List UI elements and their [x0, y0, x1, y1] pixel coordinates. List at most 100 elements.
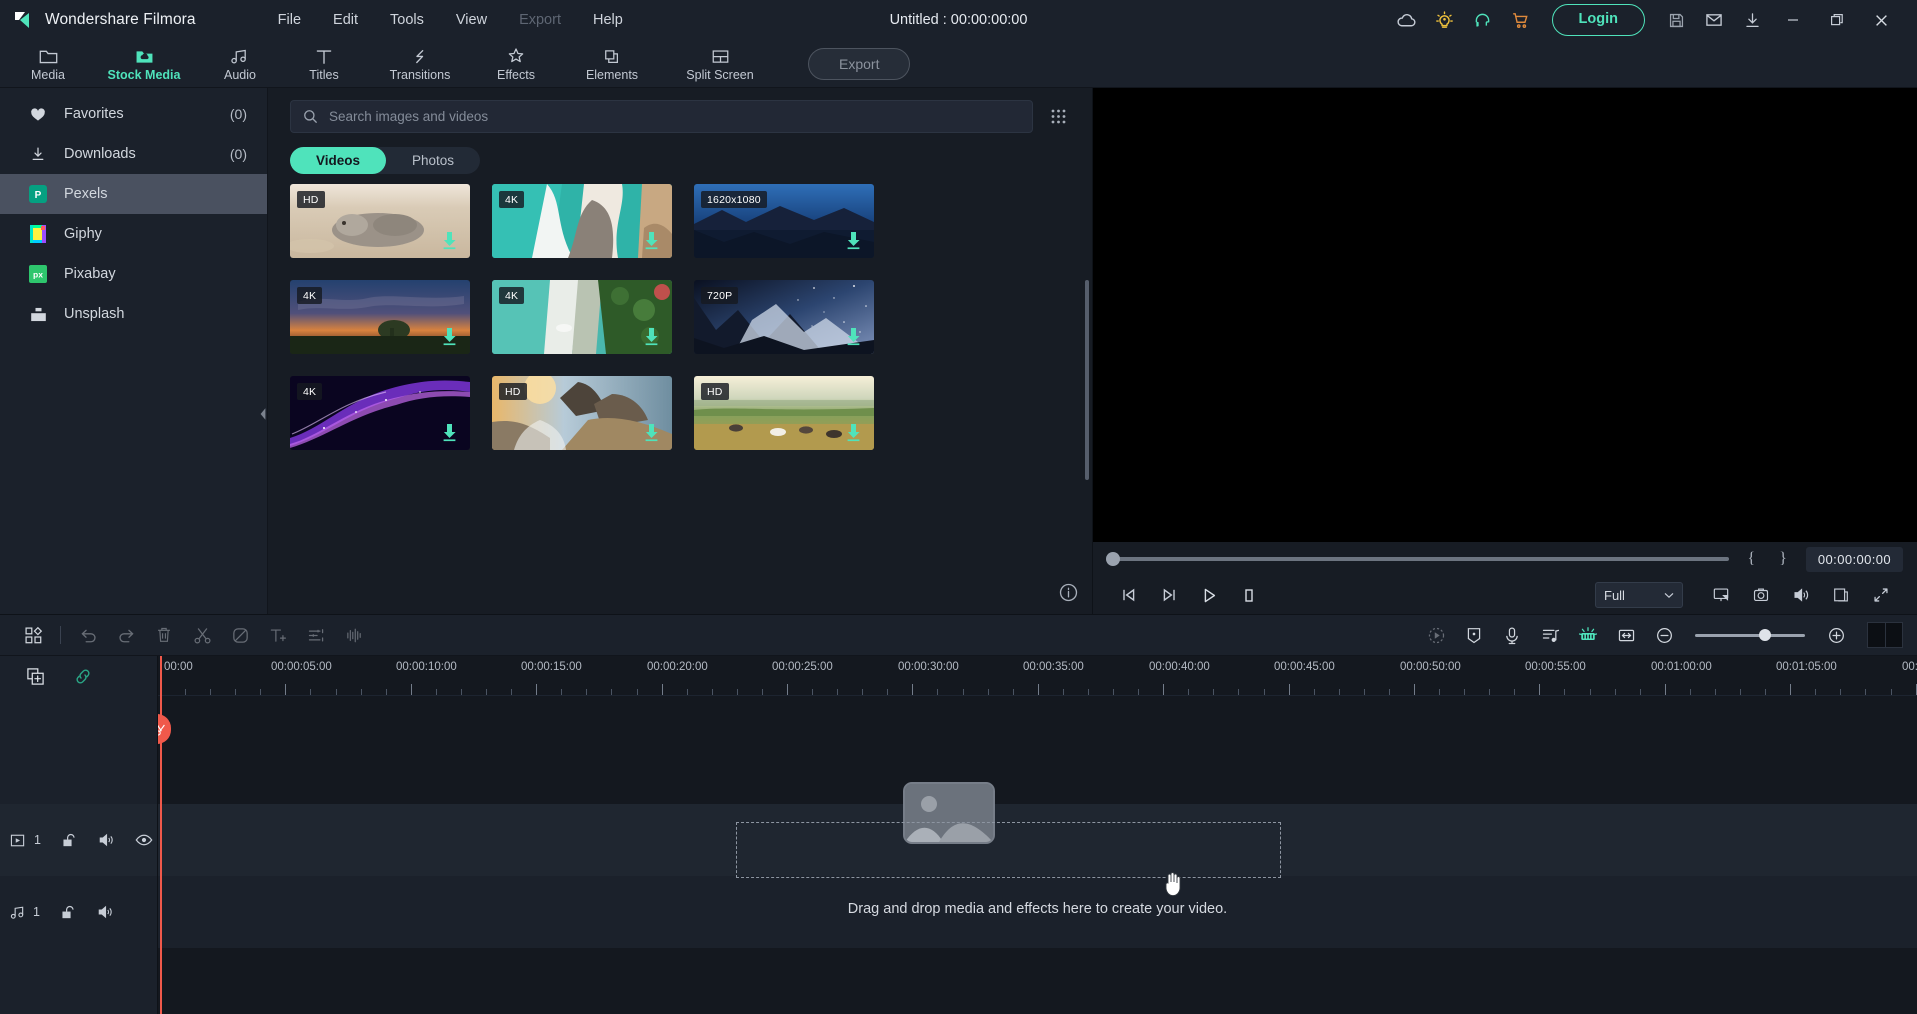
- mark-out-button[interactable]: }: [1774, 550, 1792, 568]
- auto-highlight-button[interactable]: [1569, 614, 1607, 656]
- media-card[interactable]: HD: [694, 376, 874, 450]
- unlock-icon[interactable]: [61, 832, 78, 849]
- split-button: [183, 614, 221, 656]
- tab-audio[interactable]: Audio: [198, 40, 282, 88]
- download-icon[interactable]: [441, 327, 458, 346]
- menu-view[interactable]: View: [440, 6, 503, 34]
- filter-pill-photos[interactable]: Photos: [386, 147, 480, 174]
- shopping-cart-icon[interactable]: [1502, 0, 1540, 40]
- maximize-icon[interactable]: [1815, 0, 1859, 40]
- record-voiceover-button[interactable]: [1493, 614, 1531, 656]
- download-icon[interactable]: [845, 327, 862, 346]
- media-card[interactable]: 720P: [694, 280, 874, 354]
- link-icon[interactable]: [73, 667, 93, 686]
- minimize-icon[interactable]: [1771, 0, 1815, 40]
- zoom-in-button[interactable]: [1817, 614, 1855, 656]
- timeline-ruler[interactable]: 00:00 00:00:05:00 00:00:10:00 00:00:15:0…: [158, 656, 1917, 696]
- track-header-audio-1[interactable]: 1: [0, 876, 157, 948]
- add-track-icon[interactable]: [26, 667, 45, 686]
- tab-elements[interactable]: Elements: [558, 40, 666, 88]
- zoom-out-button[interactable]: [1645, 614, 1683, 656]
- playhead-handle[interactable]: [158, 714, 171, 744]
- timeline-zoom-slider[interactable]: [1695, 629, 1805, 641]
- info-icon[interactable]: [1059, 583, 1078, 602]
- sidebar-item-giphy[interactable]: Giphy: [0, 214, 267, 254]
- seek-slider[interactable]: [1106, 552, 1729, 566]
- grid-view-icon[interactable]: [1047, 105, 1070, 128]
- download-icon[interactable]: [643, 423, 660, 442]
- sidebar-item-pixabay[interactable]: px Pixabay: [0, 254, 267, 294]
- sidebar-item-unsplash[interactable]: Unsplash: [0, 294, 267, 334]
- quality-select[interactable]: Full: [1595, 582, 1683, 608]
- collapse-panel-icon[interactable]: [258, 406, 268, 422]
- fit-timeline-button[interactable]: [1607, 614, 1645, 656]
- close-icon[interactable]: [1859, 0, 1903, 40]
- lightbulb-icon[interactable]: [1426, 0, 1464, 40]
- marker-button[interactable]: [1455, 614, 1493, 656]
- download-icon[interactable]: [845, 423, 862, 442]
- media-card[interactable]: 1620x1080: [694, 184, 874, 258]
- mute-icon[interactable]: [97, 904, 114, 920]
- sidebar-item-favorites[interactable]: Favorites (0): [0, 94, 267, 134]
- media-scrollbar[interactable]: [1085, 280, 1089, 480]
- track-header-video-1[interactable]: 1: [0, 804, 157, 876]
- ruler-label: 00:00:55:00: [1525, 661, 1586, 673]
- tab-stock-media[interactable]: Stock Media: [90, 40, 198, 88]
- media-card[interactable]: 4K: [492, 280, 672, 354]
- media-card[interactable]: 4K: [492, 184, 672, 258]
- login-button[interactable]: Login: [1551, 4, 1645, 36]
- play-button[interactable]: [1189, 576, 1229, 614]
- media-card[interactable]: 4K: [290, 280, 470, 354]
- zoom-slider-handle[interactable]: [1758, 629, 1771, 641]
- menu-edit[interactable]: Edit: [317, 6, 374, 34]
- menu-tools[interactable]: Tools: [374, 6, 440, 34]
- video-viewport[interactable]: [1093, 88, 1917, 542]
- render-bar-preview[interactable]: [1867, 622, 1903, 648]
- seek-handle[interactable]: [1106, 552, 1120, 566]
- download-icon[interactable]: [441, 231, 458, 250]
- media-card[interactable]: HD: [290, 184, 470, 258]
- tab-transitions[interactable]: Transitions: [366, 40, 474, 88]
- volume-button[interactable]: [1781, 576, 1821, 614]
- download-icon[interactable]: [1733, 0, 1771, 40]
- unlock-icon[interactable]: [60, 904, 77, 921]
- snapshot-button[interactable]: [1741, 576, 1781, 614]
- next-frame-button[interactable]: [1149, 576, 1189, 614]
- filter-pill-videos[interactable]: Videos: [290, 147, 387, 174]
- crop-button[interactable]: [1821, 576, 1861, 614]
- layout-button[interactable]: [14, 614, 52, 656]
- menu-file[interactable]: File: [262, 6, 317, 34]
- sidebar-item-pexels[interactable]: P Pexels: [0, 174, 267, 214]
- cloud-icon[interactable]: [1388, 0, 1426, 40]
- menu-help[interactable]: Help: [577, 6, 639, 34]
- download-icon[interactable]: [643, 231, 660, 250]
- search-box[interactable]: [290, 100, 1033, 133]
- download-icon[interactable]: [845, 231, 862, 250]
- fullscreen-button[interactable]: [1861, 576, 1901, 614]
- download-icon[interactable]: [441, 423, 458, 442]
- timeline-body[interactable]: 00:00 00:00:05:00 00:00:10:00 00:00:15:0…: [158, 656, 1917, 1014]
- download-icon[interactable]: [643, 327, 660, 346]
- search-input[interactable]: [329, 109, 1020, 124]
- export-button: Export: [808, 47, 911, 80]
- tab-effects[interactable]: Effects: [474, 40, 558, 88]
- tab-media[interactable]: Media: [6, 40, 90, 88]
- preview-timecode[interactable]: 00:00:00:00: [1805, 546, 1903, 572]
- tab-split-screen[interactable]: Split Screen: [666, 40, 774, 88]
- media-card[interactable]: HD: [492, 376, 672, 450]
- sidebar-item-downloads[interactable]: Downloads (0): [0, 134, 267, 174]
- detach-audio-button[interactable]: [1531, 614, 1569, 656]
- playhead[interactable]: [158, 656, 171, 1014]
- headset-icon[interactable]: [1464, 0, 1502, 40]
- project-display-button[interactable]: [1701, 576, 1741, 614]
- mark-in-button[interactable]: {: [1743, 550, 1761, 568]
- stop-button[interactable]: [1229, 576, 1269, 614]
- mute-icon[interactable]: [98, 832, 115, 848]
- mail-icon[interactable]: [1695, 0, 1733, 40]
- previous-frame-button[interactable]: [1109, 576, 1149, 614]
- media-card[interactable]: 4K: [290, 376, 470, 450]
- eye-icon[interactable]: [135, 833, 153, 847]
- timeline-drop-zone[interactable]: [736, 822, 1281, 878]
- tab-titles[interactable]: Titles: [282, 40, 366, 88]
- save-icon[interactable]: [1657, 0, 1695, 40]
